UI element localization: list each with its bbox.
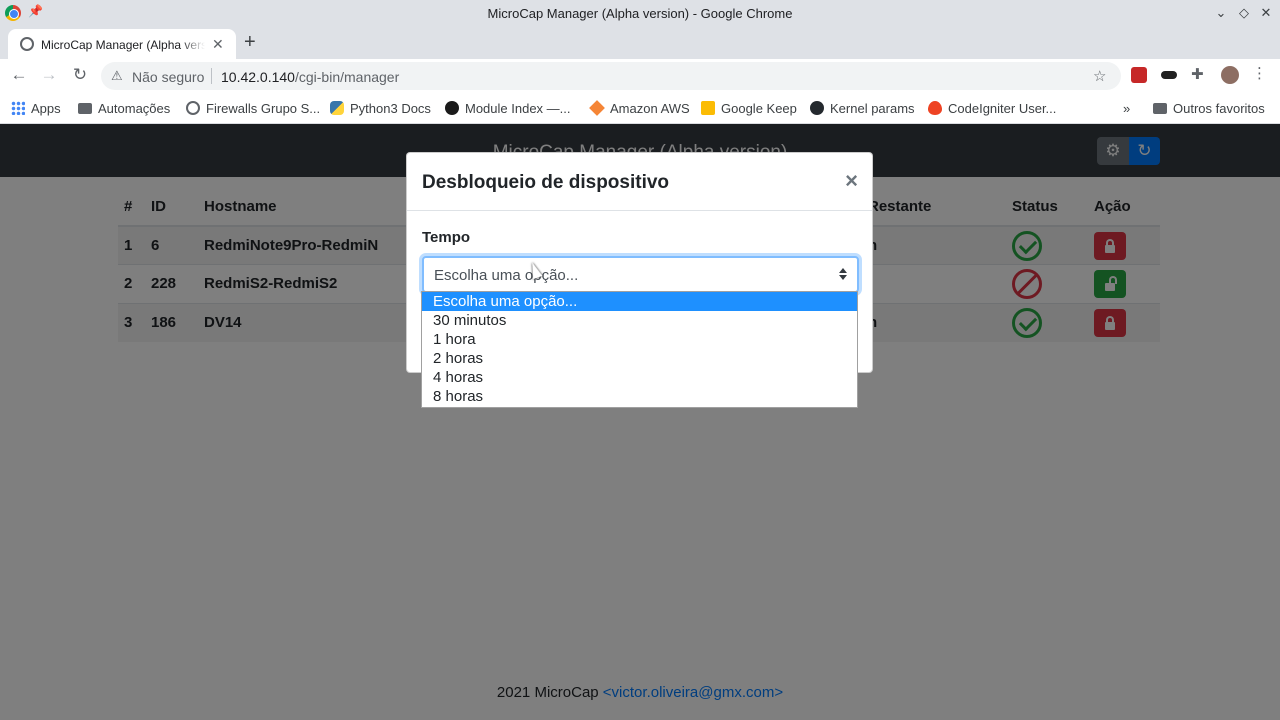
bookmark-kernel-params[interactable]: Kernel params bbox=[810, 99, 915, 117]
warning-icon[interactable]: ⚠ bbox=[111, 68, 123, 84]
bookmark-label: Kernel params bbox=[830, 100, 915, 116]
bookmark-amazon-aws[interactable]: Amazon AWS bbox=[589, 99, 690, 117]
apps-grid-icon bbox=[11, 101, 25, 115]
url-path: /cgi-bin/manager bbox=[294, 69, 400, 85]
window-titlebar: 📌 MicroCap Manager (Alpha version) - Goo… bbox=[0, 0, 1280, 27]
time-select-value: Escolha uma opção... bbox=[434, 267, 579, 284]
chevron-more-icon: » bbox=[1123, 100, 1131, 116]
bookmark-apps[interactable]: Apps bbox=[11, 99, 61, 117]
aws-cube-icon bbox=[589, 100, 605, 116]
address-bar[interactable]: ⚠ Não seguro 10.42.0.140/cgi-bin/manager… bbox=[101, 62, 1121, 90]
bookmark-label: Outros favoritos bbox=[1173, 100, 1265, 116]
globe-icon bbox=[20, 37, 34, 51]
modal-title: Desbloqueio de dispositivo bbox=[422, 172, 670, 193]
tab-close-icon[interactable]: ✕ bbox=[212, 36, 224, 53]
tab-title: MicroCap Manager (Alpha version) bbox=[41, 38, 205, 52]
close-window-icon[interactable]: ✕ bbox=[1258, 5, 1274, 21]
time-field-label: Tempo bbox=[422, 229, 471, 246]
folder-icon bbox=[78, 102, 92, 114]
omnibox-separator bbox=[211, 68, 212, 84]
bookmark-label: Amazon AWS bbox=[610, 100, 690, 116]
keep-icon bbox=[701, 101, 715, 115]
codeigniter-flame-icon bbox=[928, 101, 942, 115]
option-8-hours[interactable]: 8 horas bbox=[422, 387, 857, 406]
bookmarks-bar: Apps Automações Firewalls Grupo S... Pyt… bbox=[0, 93, 1280, 124]
reload-icon[interactable]: ↻ bbox=[70, 65, 90, 85]
bookmark-label: Automações bbox=[98, 100, 171, 116]
window-title: MicroCap Manager (Alpha version) - Googl… bbox=[487, 6, 793, 21]
maximize-icon[interactable]: ◇ bbox=[1236, 5, 1252, 21]
select-arrows-icon bbox=[838, 267, 848, 281]
forward-icon[interactable]: → bbox=[39, 65, 59, 85]
mask-extension-icon[interactable] bbox=[1161, 71, 1177, 79]
tab-strip: MicroCap Manager (Alpha version) ✕ + bbox=[0, 27, 1280, 59]
page-content: MicroCap Manager (Alpha version) ⚙ ↻ # I… bbox=[0, 124, 1280, 720]
globe-icon bbox=[186, 101, 200, 115]
bookmark-label: Module Index —... bbox=[465, 100, 571, 116]
bookmark-label: CodeIgniter User... bbox=[948, 100, 1057, 116]
url-text[interactable]: 10.42.0.140/cgi-bin/manager bbox=[221, 69, 399, 85]
bookmark-firewalls[interactable]: Firewalls Grupo S... bbox=[186, 99, 320, 117]
bookmark-label: Apps bbox=[31, 100, 61, 116]
bookmark-google-keep[interactable]: Google Keep bbox=[701, 99, 797, 117]
time-select[interactable]: Escolha uma opção... bbox=[422, 256, 859, 293]
bookmarks-overflow-button[interactable]: » bbox=[1123, 99, 1130, 117]
ublock-extension-icon[interactable] bbox=[1131, 67, 1147, 83]
python-icon bbox=[330, 101, 344, 115]
menu-kebab-icon[interactable]: ⋮ bbox=[1252, 64, 1268, 82]
modal-header: Desbloqueio de dispositivo × bbox=[407, 153, 872, 211]
bookmark-other-favorites[interactable]: Outros favoritos bbox=[1153, 99, 1265, 117]
modal-close-button[interactable]: × bbox=[845, 168, 858, 194]
back-icon[interactable]: ← bbox=[9, 65, 29, 85]
security-label[interactable]: Não seguro bbox=[132, 69, 204, 85]
option-30-minutes[interactable]: 30 minutos bbox=[422, 311, 857, 330]
option-4-hours[interactable]: 4 horas bbox=[422, 368, 857, 387]
bookmark-python3-docs[interactable]: Python3 Docs bbox=[330, 99, 431, 117]
ansible-icon bbox=[445, 101, 459, 115]
time-select-dropdown: Escolha uma opção... 30 minutos 1 hora 2… bbox=[421, 291, 858, 408]
bookmark-codeigniter[interactable]: CodeIgniter User... bbox=[928, 99, 1056, 117]
bookmark-label: Python3 Docs bbox=[350, 100, 431, 116]
profile-avatar[interactable] bbox=[1221, 66, 1239, 84]
browser-tab[interactable]: MicroCap Manager (Alpha version) ✕ bbox=[8, 29, 236, 59]
option-choose[interactable]: Escolha uma opção... bbox=[422, 292, 857, 311]
bookmark-label: Google Keep bbox=[721, 100, 797, 116]
new-tab-icon[interactable]: + bbox=[244, 32, 256, 52]
option-1-hour[interactable]: 1 hora bbox=[422, 330, 857, 349]
browser-toolbar: ← → ↻ ⚠ Não seguro 10.42.0.140/cgi-bin/m… bbox=[0, 59, 1280, 93]
bookmark-module-index[interactable]: Module Index —... bbox=[445, 99, 571, 117]
folder-icon bbox=[1153, 102, 1167, 114]
bookmark-automacoes[interactable]: Automações bbox=[78, 99, 170, 117]
bookmark-star-icon[interactable]: ☆ bbox=[1093, 67, 1106, 85]
url-host: 10.42.0.140 bbox=[221, 69, 295, 85]
minimize-icon[interactable]: ⌄ bbox=[1213, 5, 1229, 21]
option-2-hours[interactable]: 2 horas bbox=[422, 349, 857, 368]
github-icon bbox=[810, 101, 824, 115]
bookmark-label: Firewalls Grupo S... bbox=[206, 100, 321, 116]
extensions-puzzle-icon[interactable]: ✚ bbox=[1191, 65, 1207, 83]
